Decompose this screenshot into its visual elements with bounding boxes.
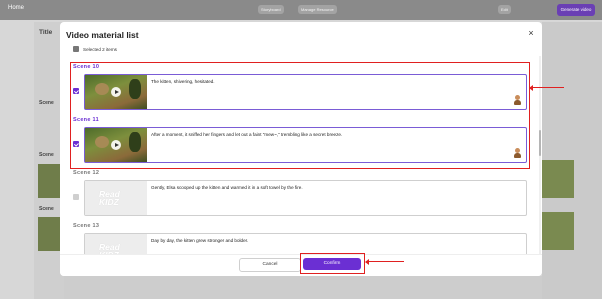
generate-video-button[interactable]: Generate video — [557, 4, 595, 16]
scene-label-bg: Scene — [39, 152, 54, 158]
scene-text: Gently, Elsa scooped up the kitten and w… — [151, 185, 303, 190]
scene-label: Scene 13 — [73, 223, 100, 229]
preview-thumbnail-bg — [542, 212, 574, 250]
close-icon[interactable]: × — [526, 28, 536, 38]
modal-title: Video material list — [66, 30, 139, 40]
readkidz-logo: ReadKIDZ — [99, 189, 120, 207]
scene-checkbox[interactable] — [73, 194, 79, 200]
scene-label-bg: Scene — [39, 100, 54, 106]
cancel-button[interactable]: Cancel — [239, 258, 301, 272]
arrow-icon — [529, 84, 564, 91]
preview-thumbnail-bg — [542, 160, 574, 198]
bottom-strip — [64, 276, 542, 299]
title-label: Title — [39, 29, 53, 36]
top-bar: Home Storyboard Manage Resource Edit Gen… — [0, 0, 602, 20]
placeholder-thumbnail: ReadKIDZ — [85, 181, 147, 215]
scene-label-bg: Scene — [39, 206, 54, 212]
edit-button[interactable]: Edit — [498, 5, 511, 14]
selected-count: Selected 2 items — [73, 45, 117, 53]
scrollbar-track[interactable] — [539, 56, 541, 256]
home-link[interactable]: Home — [8, 5, 24, 11]
scene-card[interactable]: Read KIDZ Gently, Elsa scooped up the kit… — [84, 180, 527, 216]
selected-count-label: Selected 2 items — [83, 46, 117, 52]
right-preview-panel — [542, 22, 602, 299]
scene-label: Scene 12 — [73, 170, 100, 176]
select-all-checkbox[interactable] — [73, 46, 79, 52]
manage-resource-tab[interactable]: Manage Resource — [298, 5, 337, 14]
storyboard-tab[interactable]: Storyboard — [258, 5, 284, 14]
scrollbar-thumb[interactable] — [539, 130, 541, 156]
arrow-icon — [365, 258, 404, 265]
confirm-highlight — [300, 253, 365, 274]
scene-text: Day by day, the kitten grew stronger and… — [151, 238, 249, 243]
selection-highlight — [70, 62, 530, 169]
